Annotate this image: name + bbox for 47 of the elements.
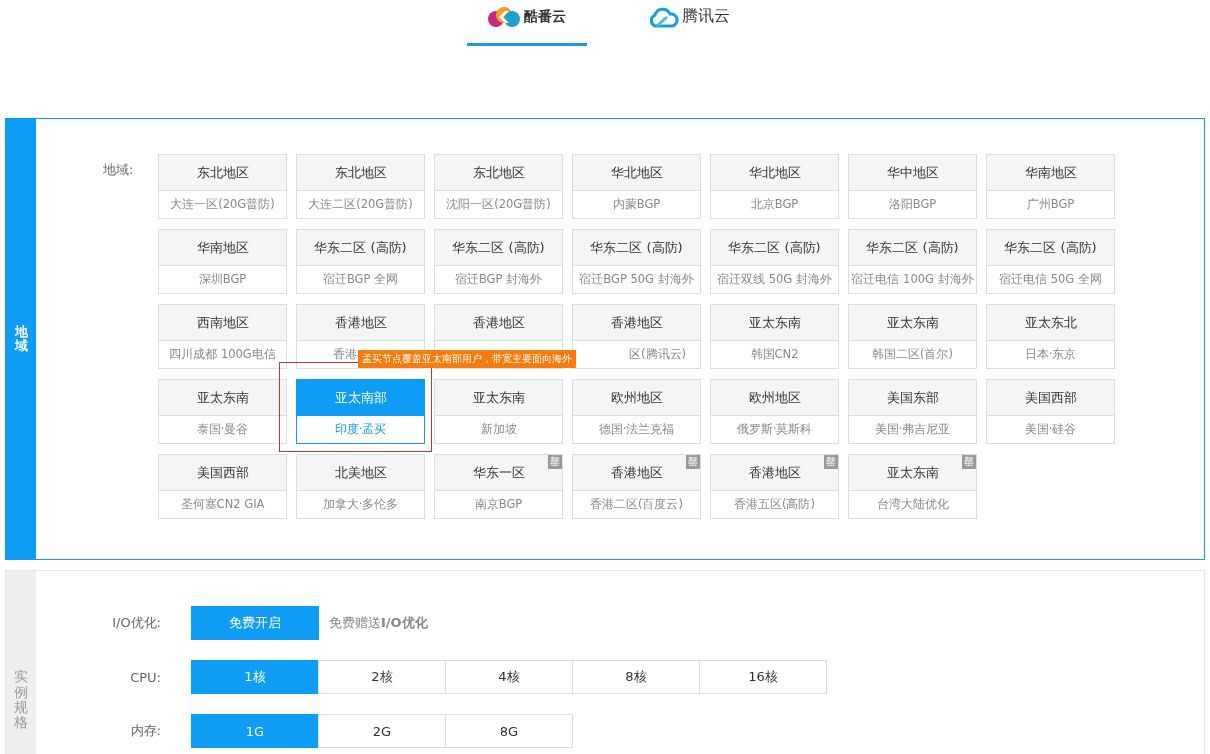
region-option[interactable]: 华北地区 内蒙BGP [572, 154, 701, 219]
provider-tab[interactable]: 腾讯云 [628, 0, 749, 46]
provider-tab[interactable]: 酷番云 [466, 0, 587, 46]
region-option[interactable]: 美国西部 美国·硅谷 [986, 379, 1115, 444]
field-label: 内存: [129, 722, 161, 740]
region-option[interactable]: 华东二区 (高防) 宿迁双线 50G 封海外 [710, 229, 839, 294]
region-option[interactable]: 华中地区 洛阳BGP [848, 154, 977, 219]
region-option[interactable]: 美国西部 圣何塞CN2 GIA [158, 454, 287, 519]
field-label: I/O优化: [111, 614, 161, 632]
region-option[interactable]: 亚太东南 韩国二区(首尔) [848, 304, 977, 369]
option-button[interactable]: 16核 [699, 660, 827, 694]
region-option[interactable]: 亚太东南 韩国CN2 [710, 304, 839, 369]
sold-out-badge: 罄 [548, 455, 562, 469]
cloud-logo-icon [647, 5, 679, 28]
region-option[interactable]: 华东二区 (高防) 宿迁电信 100G 封海外 [848, 229, 977, 294]
option-button[interactable]: 8核 [572, 660, 700, 694]
option-button[interactable]: 8G [445, 714, 573, 748]
region-option[interactable]: 东北地区 大连二区(20G普防) [296, 154, 425, 219]
region-option[interactable]: 华南地区 深圳BGP [158, 229, 287, 294]
sold-out-badge: 罄 [824, 455, 838, 469]
region-option[interactable]: 香港地区 区(腾讯云) [572, 304, 701, 369]
region-option[interactable]: 华东二区 (高防) 宿迁BGP 50G 封海外 [572, 229, 701, 294]
note-text: 免费赠送I/O优化 [329, 614, 428, 632]
region-option[interactable]: 北美地区 加拿大·多伦多 [296, 454, 425, 519]
region-option[interactable]: 东北地区 沈阳一区(20G普防) [434, 154, 563, 219]
sold-out-badge: 罄 [686, 455, 700, 469]
field-label: 地域: [103, 161, 135, 179]
region-option[interactable]: 欧州地区 俄罗斯·莫斯科 [710, 379, 839, 444]
region-option[interactable]: 华东二区 (高防) 宿迁BGP 全网 [296, 229, 425, 294]
region-option[interactable]: 亚太东北 日本·东京 [986, 304, 1115, 369]
option-button[interactable]: 2核 [318, 660, 446, 694]
region-option[interactable]: 华东二区 (高防) 宿迁电信 50G 全网 [986, 229, 1115, 294]
cloud-logo-icon [487, 5, 521, 28]
region-option[interactable]: 华北地区 北京BGP [710, 154, 839, 219]
region-option[interactable]: 西南地区 四川成都 100G电信 [158, 304, 287, 369]
region-option[interactable]: 华南地区 广州BGP [986, 154, 1115, 219]
option-button[interactable]: 2G [318, 714, 446, 748]
region-option[interactable]: 美国东部 美国·弗吉尼亚 [848, 379, 977, 444]
region-option[interactable]: 东北地区 大连一区(20G普防) [158, 154, 287, 219]
tooltip: 孟买节点覆盖亚太南部用户，带宽主要面向海外 [358, 350, 576, 368]
field-label: CPU: [129, 669, 161, 685]
region-option[interactable]: 亚太东南 新加坡 [434, 379, 563, 444]
sold-out-badge: 罄 [962, 455, 976, 469]
region-option[interactable]: 亚太东南 泰国·曼谷 [158, 379, 287, 444]
region-option[interactable]: 欧州地区 德国·法兰克福 [572, 379, 701, 444]
region-option[interactable]: 华东二区 (高防) 宿迁BGP 封海外 [434, 229, 563, 294]
option-button[interactable]: 4核 [445, 660, 573, 694]
